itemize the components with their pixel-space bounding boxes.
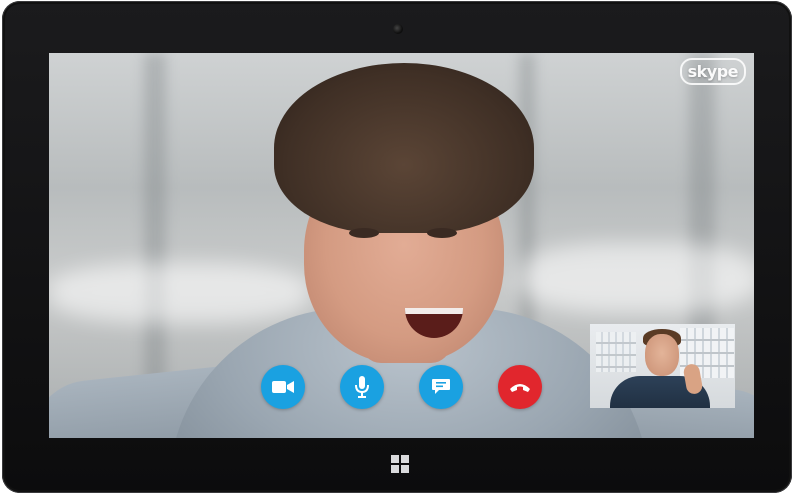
chat-bubble-icon [431, 378, 451, 396]
call-controls [261, 365, 543, 409]
skype-logo: skype [679, 58, 746, 85]
video-call-screen: skype [49, 53, 754, 438]
microphone-icon [355, 376, 369, 398]
video-camera-icon [272, 380, 294, 394]
tablet-device: skype [2, 1, 792, 493]
front-camera [393, 24, 403, 34]
windows-home-button[interactable] [391, 455, 409, 473]
self-view-face [645, 334, 679, 376]
caller-hair [274, 63, 534, 233]
self-view-bookshelf [596, 332, 636, 372]
end-call-button[interactable] [498, 365, 542, 409]
self-view-preview[interactable] [590, 324, 735, 408]
instant-message-button[interactable] [419, 365, 463, 409]
microphone-button[interactable] [340, 365, 384, 409]
video-button[interactable] [261, 365, 305, 409]
caller-eye-left [349, 228, 379, 238]
caller-eye-right [427, 228, 457, 238]
hang-up-phone-icon [508, 381, 532, 393]
